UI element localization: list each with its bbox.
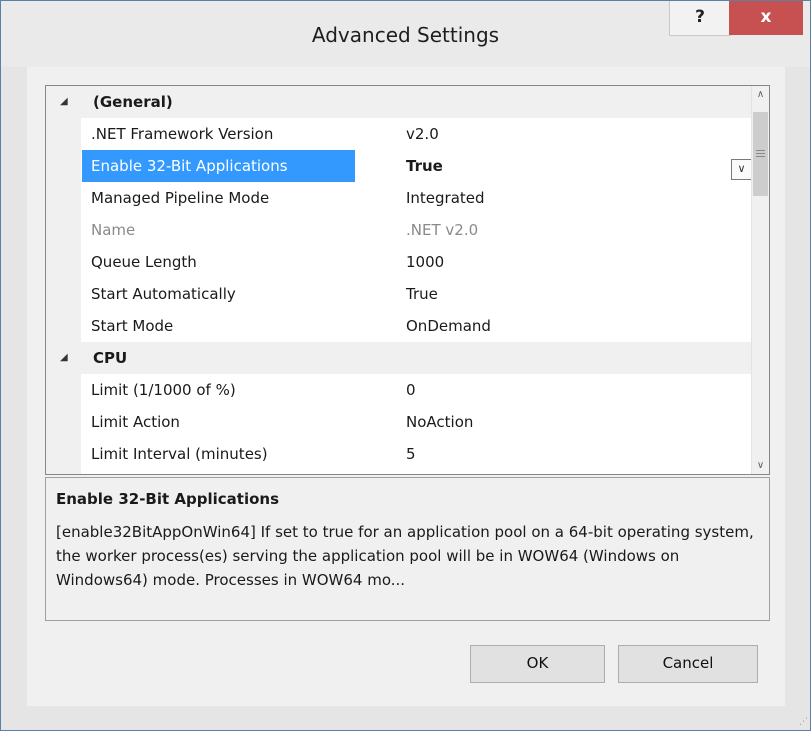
category-row[interactable]: ◢ (General): [46, 86, 756, 118]
row-gutter: [46, 278, 81, 310]
property-row[interactable]: Start Mode OnDemand: [46, 310, 756, 342]
column-divider[interactable]: [398, 470, 399, 474]
property-row[interactable]: Enable 32-Bit Applications True ∨: [46, 150, 756, 182]
row-gutter: [46, 438, 81, 470]
description-title: Enable 32-Bit Applications: [56, 490, 279, 508]
property-value[interactable]: 1000: [406, 246, 746, 278]
category-label: CPU: [93, 349, 128, 367]
category-label: (General): [93, 93, 173, 111]
column-divider[interactable]: [398, 406, 399, 438]
row-gutter: [46, 470, 81, 474]
property-name[interactable]: Enable 32-Bit Applications: [82, 150, 355, 182]
property-value[interactable]: Integrated: [406, 182, 746, 214]
property-name[interactable]: Processor Affinity Enabled: [91, 470, 351, 474]
column-divider[interactable]: [398, 374, 399, 406]
property-grid: ◢ (General) .NET Framework Version v2.0 Enab…: [45, 85, 770, 475]
title-bar: Advanced Settings ? x: [1, 1, 810, 67]
row-gutter: [46, 118, 81, 150]
property-value[interactable]: v2.0: [406, 118, 746, 150]
column-divider[interactable]: [398, 438, 399, 470]
property-name[interactable]: Managed Pipeline Mode: [91, 182, 351, 214]
row-gutter: [46, 374, 81, 406]
property-name[interactable]: Limit Interval (minutes): [91, 438, 351, 470]
row-gutter: [46, 150, 81, 182]
column-divider[interactable]: [398, 182, 399, 214]
help-button[interactable]: ?: [669, 1, 731, 36]
property-row[interactable]: Processor Affinity Enabled False: [46, 470, 756, 474]
chevron-down-icon[interactable]: ∨: [731, 159, 752, 180]
property-name[interactable]: Limit Action: [91, 406, 351, 438]
property-row[interactable]: Name .NET v2.0: [46, 214, 756, 246]
collapse-triangle-icon[interactable]: ◢: [60, 342, 68, 374]
grip-icon: [756, 150, 765, 151]
property-value[interactable]: True: [406, 278, 746, 310]
property-value[interactable]: NoAction: [406, 406, 746, 438]
property-value[interactable]: 5: [406, 438, 746, 470]
column-divider[interactable]: [398, 310, 399, 342]
column-divider[interactable]: [398, 150, 399, 182]
property-name[interactable]: Start Mode: [91, 310, 351, 342]
property-name[interactable]: Queue Length: [91, 246, 351, 278]
column-divider[interactable]: [398, 246, 399, 278]
row-gutter: [46, 406, 81, 438]
property-value[interactable]: OnDemand: [406, 310, 746, 342]
row-gutter: [46, 182, 81, 214]
property-value[interactable]: 0: [406, 374, 746, 406]
row-gutter: [46, 310, 81, 342]
property-grid-rows: ◢ (General) .NET Framework Version v2.0 Enab…: [46, 86, 756, 474]
column-divider[interactable]: [398, 278, 399, 310]
property-name[interactable]: Name: [91, 214, 351, 246]
property-name[interactable]: .NET Framework Version: [91, 118, 351, 150]
description-panel: Enable 32-Bit Applications [enable32BitA…: [45, 477, 770, 621]
property-row[interactable]: Start Automatically True: [46, 278, 756, 310]
property-value[interactable]: .NET v2.0: [406, 214, 746, 246]
advanced-settings-dialog: Advanced Settings ? x ◢ (General) .NET Fra…: [0, 0, 811, 731]
column-divider[interactable]: [398, 118, 399, 150]
scrollbar-thumb[interactable]: [753, 112, 768, 196]
scroll-down-icon[interactable]: ∨: [752, 457, 769, 474]
close-button[interactable]: x: [729, 1, 803, 35]
description-text: [enable32BitAppOnWin64] If set to true f…: [56, 523, 754, 589]
property-row[interactable]: Limit Interval (minutes) 5: [46, 438, 756, 470]
collapse-triangle-icon[interactable]: ◢: [60, 86, 68, 118]
property-value[interactable]: True: [406, 150, 746, 182]
column-divider[interactable]: [398, 214, 399, 246]
category-row[interactable]: ◢ CPU: [46, 342, 756, 374]
property-row[interactable]: Limit Action NoAction: [46, 406, 756, 438]
vertical-scrollbar[interactable]: ∧ ∨: [751, 86, 769, 474]
dialog-client-area: ◢ (General) .NET Framework Version v2.0 Enab…: [27, 67, 785, 706]
property-row[interactable]: .NET Framework Version v2.0: [46, 118, 756, 150]
property-value[interactable]: False: [406, 470, 746, 474]
property-name[interactable]: Limit (1/1000 of %): [91, 374, 351, 406]
property-row[interactable]: Managed Pipeline Mode Integrated: [46, 182, 756, 214]
row-gutter: [46, 214, 81, 246]
property-row[interactable]: Limit (1/1000 of %) 0: [46, 374, 756, 406]
scroll-up-icon[interactable]: ∧: [752, 86, 769, 103]
property-name[interactable]: Start Automatically: [91, 278, 351, 310]
row-gutter: [46, 246, 81, 278]
cancel-button[interactable]: Cancel: [618, 645, 758, 683]
property-row[interactable]: Queue Length 1000: [46, 246, 756, 278]
ok-button[interactable]: OK: [470, 645, 605, 683]
resize-grip-icon[interactable]: ⋰: [796, 716, 808, 728]
